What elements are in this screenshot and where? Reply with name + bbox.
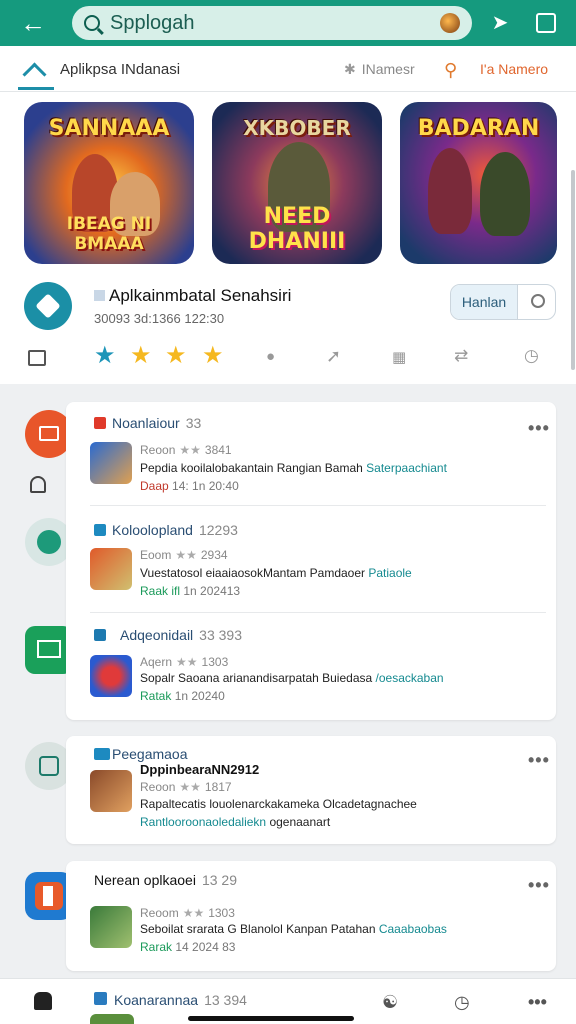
- game-character: [480, 152, 530, 236]
- bars-icon[interactable]: ▦: [392, 348, 406, 366]
- more-options-icon[interactable]: •••: [528, 750, 550, 771]
- bell-icon[interactable]: [30, 476, 46, 493]
- list-item-title[interactable]: Peegamaoa: [112, 746, 188, 762]
- stars-icon: ★★: [182, 906, 205, 920]
- featured-app-icon[interactable]: [24, 282, 72, 330]
- share-icon[interactable]: ➤: [488, 11, 512, 35]
- game-character: [428, 148, 472, 234]
- game-card[interactable]: BADARAN: [400, 102, 557, 264]
- clock-icon[interactable]: ◷: [454, 992, 470, 1013]
- game-title: XKBOBER: [243, 116, 351, 140]
- stars-icon: ★★: [179, 780, 201, 794]
- list-item-tag: Ratak 1n 20240: [140, 689, 225, 703]
- game-title: SANNAAA: [48, 116, 170, 141]
- nav-label[interactable]: Koanarannaa 13 394: [114, 992, 247, 1008]
- home-icon[interactable]: [24, 61, 46, 79]
- list-item-subtitle: DppinbearaNN2912: [140, 762, 260, 777]
- app-thumbnail[interactable]: [90, 548, 132, 590]
- featured-section: SANNAAA IBEAG NI BMAAA XKBOBER NEED DHAN…: [0, 92, 576, 384]
- app-thumbnail[interactable]: [90, 906, 132, 948]
- emoji-icon[interactable]: ●: [266, 348, 275, 365]
- search-input[interactable]: Spplogah: [72, 6, 472, 40]
- tab-strip: Aplikpsa INdanasi ✱ INamesr ⚲ I'a Namero: [0, 46, 576, 92]
- app-badge-icon: [94, 748, 110, 760]
- game-title: BADARAN: [417, 116, 540, 141]
- stars-icon: ★★: [176, 655, 198, 669]
- list-item-desc: Vuestatosol eiaaiaosokMantam Pamdaoer Pa…: [140, 566, 412, 580]
- home-indicator[interactable]: [188, 1016, 354, 1021]
- game-card[interactable]: SANNAAA IBEAG NI BMAAA: [24, 102, 194, 264]
- list-item-tag: Raak ifl 1n 202413: [140, 584, 241, 598]
- back-arrow-icon[interactable]: ←: [20, 10, 48, 36]
- list-item-title[interactable]: Nerean oplkaoei 13 29: [94, 872, 237, 888]
- scrollbar[interactable]: [571, 170, 575, 370]
- search-icon[interactable]: ⚲: [444, 60, 457, 81]
- app-badge-icon: [94, 417, 106, 429]
- stars-icon: ★★: [179, 443, 201, 457]
- list-item-tag: Daap 14: 1n 20:40: [140, 479, 239, 493]
- app-badge-icon: [94, 629, 106, 641]
- install-button[interactable]: Hanlan: [451, 285, 518, 319]
- app-badge-icon: [94, 992, 107, 1005]
- pin-icon: ✱: [344, 61, 356, 77]
- app-badge-icon: [94, 524, 106, 536]
- avatar[interactable]: [440, 13, 460, 33]
- search-text: Spplogah: [110, 11, 195, 34]
- search-icon[interactable]: [531, 294, 545, 308]
- timer-icon[interactable]: ◷: [524, 346, 539, 366]
- divider: [90, 505, 546, 506]
- top-app-bar: ← Spplogah ➤: [0, 0, 576, 46]
- list-item-desc: Rapaltecatis louolenarckakameka Olcadeta…: [140, 797, 417, 811]
- app-thumbnail[interactable]: [90, 770, 132, 812]
- tab-namero[interactable]: I'a Namero: [480, 61, 548, 77]
- stars-icon: ★★: [175, 548, 197, 562]
- featured-app-subtitle: 30093 3d:1366 122:30: [94, 311, 225, 326]
- list-item-title[interactable]: Koloolopland 12293: [112, 522, 238, 538]
- list-item-title[interactable]: Noanlaiour 33: [112, 415, 201, 431]
- more-options-icon[interactable]: •••: [528, 418, 550, 439]
- home-icon[interactable]: [34, 992, 52, 1010]
- list-item-meta: Reoon ★★ 1817: [140, 780, 232, 794]
- install-control: Hanlan: [450, 284, 556, 320]
- more-options-icon[interactable]: •••: [528, 992, 547, 1013]
- app-badge-icon: [94, 290, 105, 301]
- tab-home-label[interactable]: Aplikpsa INdanasi: [60, 61, 180, 78]
- shuffle-icon[interactable]: ⇄: [454, 346, 468, 366]
- door-icon[interactable]: [28, 350, 46, 366]
- app-thumbnail: [90, 1014, 134, 1024]
- list-item-desc: Pepdia kooilalobakantain Rangian Bamah S…: [140, 461, 447, 475]
- rating-star[interactable]: ★: [165, 344, 187, 368]
- list-item-meta: Eoom ★★ 2934: [140, 548, 228, 562]
- more-options-icon[interactable]: •••: [528, 875, 550, 896]
- list-item-meta: Reoom ★★ 1303: [140, 906, 235, 920]
- rating-star[interactable]: ★: [94, 344, 116, 368]
- rating-star[interactable]: ★: [130, 344, 152, 368]
- active-tab-indicator: [18, 87, 54, 90]
- list-item-desc: Seboilat srarata G Blanolol Kanpan Patah…: [140, 922, 447, 936]
- support-icon[interactable]: ☯: [382, 992, 398, 1013]
- search-icon: [84, 15, 100, 31]
- rating-star[interactable]: ★: [202, 344, 224, 368]
- rocket-icon[interactable]: ➚: [326, 346, 341, 367]
- list-item-title[interactable]: Adqeonidail 33 393: [120, 627, 242, 643]
- tab-names[interactable]: ✱ INamesr: [344, 61, 415, 78]
- expand-icon[interactable]: [536, 13, 556, 33]
- list-item-meta: Reoon ★★ 3841: [140, 443, 232, 457]
- game-subtitle: IBEAG NI BMAAA: [66, 214, 152, 254]
- app-thumbnail[interactable]: [90, 655, 132, 697]
- game-card[interactable]: XKBOBER NEED DHANIII: [212, 102, 382, 264]
- tab-names-label: INamesr: [361, 61, 415, 77]
- list-item-meta: Aqern ★★ 1303: [140, 655, 229, 669]
- featured-app-title: Aplkainmbatal Senahsiri: [94, 286, 291, 306]
- list-item-tag: Rantlooroonaoledaliekn ogenaanart: [140, 815, 331, 829]
- divider: [90, 612, 546, 613]
- list-item-tag: Rarak 14 2024 83: [140, 940, 236, 954]
- app-thumbnail[interactable]: [90, 442, 132, 484]
- game-subtitle: NEED DHANIII: [248, 204, 346, 254]
- list-item-desc: Sopalr Saoana arianandisarpatah Buiedasa…: [140, 671, 444, 685]
- featured-app-title-text: Aplkainmbatal Senahsiri: [109, 286, 292, 305]
